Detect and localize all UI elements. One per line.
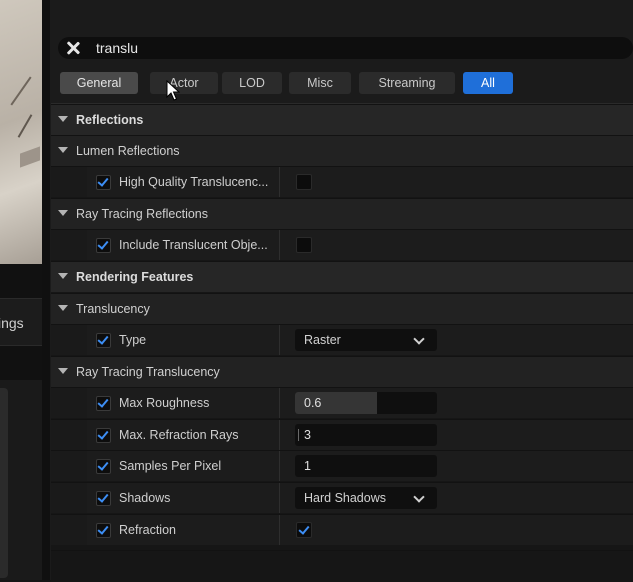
tab-streaming[interactable]: Streaming bbox=[359, 72, 455, 94]
subcategory-translucency[interactable]: Translucency bbox=[51, 293, 633, 324]
field-value: 1 bbox=[304, 459, 311, 473]
override-checkbox[interactable] bbox=[96, 333, 111, 348]
override-checkbox[interactable] bbox=[96, 491, 111, 506]
category-reflections[interactable]: Reflections bbox=[51, 104, 633, 135]
collapse-arrow-icon[interactable] bbox=[58, 368, 68, 374]
property-label: Shadows bbox=[119, 491, 171, 505]
chevron-down-icon bbox=[413, 491, 425, 503]
empty-area bbox=[51, 550, 633, 582]
subcategory-label: Ray Tracing Translucency bbox=[76, 365, 220, 379]
world-settings-details-panel: translu General Actor LOD Misc Streaming… bbox=[42, 0, 633, 582]
text-caret bbox=[298, 429, 299, 441]
panel-top-bar bbox=[42, 0, 633, 33]
property-high-quality-translucency: High Quality Translucenc... bbox=[51, 166, 633, 197]
override-checkbox[interactable] bbox=[96, 238, 111, 253]
override-checkbox[interactable] bbox=[96, 428, 111, 443]
collapse-arrow-icon[interactable] bbox=[58, 273, 68, 279]
left-panel-tab-label: ings bbox=[0, 315, 24, 331]
property-refraction: Refraction bbox=[51, 514, 633, 545]
property-label: Max Roughness bbox=[119, 396, 210, 410]
override-checkbox[interactable] bbox=[96, 523, 111, 538]
property-label: Max. Refraction Rays bbox=[119, 428, 239, 442]
field-value: 3 bbox=[304, 428, 311, 442]
mouse-cursor-icon bbox=[166, 80, 180, 101]
property-shadows: Shadows Hard Shadows bbox=[51, 482, 633, 513]
subcategory-ray-tracing-translucency[interactable]: Ray Tracing Translucency bbox=[51, 356, 633, 387]
dropdown-value: Hard Shadows bbox=[304, 491, 386, 505]
property-include-translucent-objects: Include Translucent Obje... bbox=[51, 229, 633, 260]
dropdown-value: Raster bbox=[304, 333, 341, 347]
category-rendering-features[interactable]: Rendering Features bbox=[51, 261, 633, 292]
property-label: Type bbox=[119, 333, 147, 347]
details-search-box[interactable]: translu bbox=[58, 37, 633, 59]
column-splitter[interactable] bbox=[279, 483, 280, 513]
property-label: Include Translucent Obje... bbox=[119, 238, 268, 252]
collapse-arrow-icon[interactable] bbox=[58, 147, 68, 153]
column-splitter[interactable] bbox=[279, 515, 280, 545]
column-splitter[interactable] bbox=[279, 167, 280, 197]
property-max-refraction-rays: Max. Refraction Rays 3 bbox=[51, 419, 633, 450]
shadows-dropdown[interactable]: Hard Shadows bbox=[295, 487, 437, 509]
subcategory-label: Ray Tracing Reflections bbox=[76, 207, 209, 221]
tab-lod[interactable]: LOD bbox=[222, 72, 282, 94]
type-dropdown[interactable]: Raster bbox=[295, 329, 437, 351]
samples-per-pixel-field[interactable]: 1 bbox=[295, 455, 437, 477]
column-splitter[interactable] bbox=[279, 388, 280, 418]
left-panel-tab[interactable]: ings bbox=[0, 298, 42, 346]
property-label: Samples Per Pixel bbox=[119, 459, 222, 473]
override-checkbox[interactable] bbox=[96, 459, 111, 474]
collapse-arrow-icon[interactable] bbox=[58, 210, 68, 216]
override-checkbox[interactable] bbox=[96, 175, 111, 190]
subcategory-lumen-reflections[interactable]: Lumen Reflections bbox=[51, 135, 633, 166]
subcategory-ray-tracing-reflections[interactable]: Ray Tracing Reflections bbox=[51, 198, 633, 229]
slider-value: 0.6 bbox=[304, 396, 322, 410]
value-checkbox[interactable] bbox=[296, 237, 312, 253]
collapse-arrow-icon[interactable] bbox=[58, 305, 68, 311]
search-input[interactable]: translu bbox=[96, 40, 138, 56]
value-checkbox[interactable] bbox=[296, 522, 312, 538]
subcategory-label: Translucency bbox=[76, 302, 150, 316]
tab-general[interactable]: General bbox=[60, 72, 138, 94]
panel-splitter[interactable] bbox=[42, 0, 50, 580]
category-label: Rendering Features bbox=[76, 270, 194, 284]
property-type: Type Raster bbox=[51, 324, 633, 355]
max-roughness-slider[interactable]: 0.6 bbox=[295, 392, 437, 414]
column-splitter[interactable] bbox=[279, 451, 280, 481]
override-checkbox[interactable] bbox=[96, 396, 111, 411]
column-splitter[interactable] bbox=[279, 420, 280, 450]
property-samples-per-pixel: Samples Per Pixel 1 bbox=[51, 450, 633, 481]
property-label: High Quality Translucenc... bbox=[119, 175, 269, 189]
clear-search-icon[interactable] bbox=[64, 39, 82, 57]
viewport-preview[interactable] bbox=[0, 0, 42, 264]
value-checkbox[interactable] bbox=[296, 174, 312, 190]
column-splitter[interactable] bbox=[279, 230, 280, 260]
left-lower-frame bbox=[0, 388, 8, 578]
property-max-roughness: Max Roughness 0.6 bbox=[51, 387, 633, 418]
tab-misc[interactable]: Misc bbox=[289, 72, 351, 94]
details-property-tree: Reflections Lumen Reflections High Quali… bbox=[51, 103, 633, 582]
left-side-panel: ings bbox=[0, 0, 42, 580]
left-lower-panel bbox=[0, 380, 42, 580]
category-label: Reflections bbox=[76, 113, 144, 127]
column-splitter[interactable] bbox=[279, 325, 280, 355]
tab-actor[interactable]: Actor bbox=[150, 72, 218, 94]
max-refraction-rays-field[interactable]: 3 bbox=[295, 424, 437, 446]
collapse-arrow-icon[interactable] bbox=[58, 116, 68, 122]
property-label: Refraction bbox=[119, 523, 176, 537]
chevron-down-icon bbox=[413, 333, 425, 345]
tab-all[interactable]: All bbox=[463, 72, 513, 94]
subcategory-label: Lumen Reflections bbox=[76, 144, 180, 158]
